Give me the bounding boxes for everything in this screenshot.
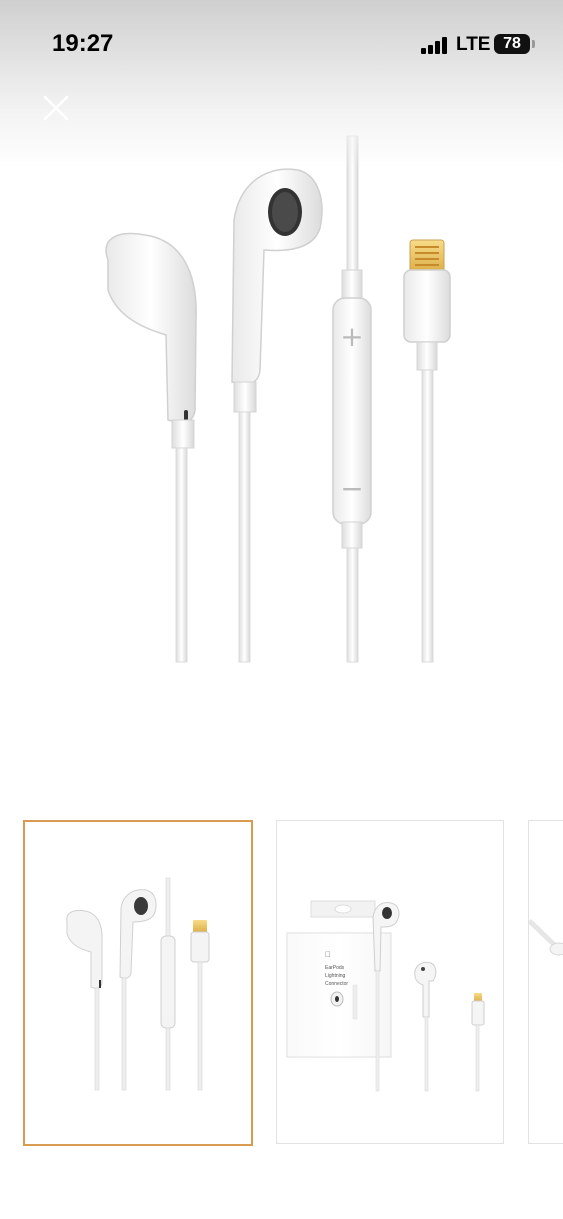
box-label-line3: Connector [325, 981, 348, 987]
thumbnail-3[interactable] [528, 820, 563, 1144]
thumbnail-1-image [66, 877, 210, 1091]
status-bar: 19:27 LTE 78 [0, 0, 563, 90]
network-label: LTE [456, 34, 491, 55]
thumbnail-strip[interactable]:  EarPods Lightning Connector [0, 820, 563, 1146]
box-label-line1: EarPods [325, 965, 345, 971]
thumbnail-2-image:  EarPods Lightning Connector [286, 900, 485, 1092]
cellular-signal-icon [421, 36, 449, 54]
box-apple-logo:  [325, 950, 331, 959]
close-icon [43, 95, 69, 121]
battery-tip [532, 40, 535, 48]
thumbnail-3-image [529, 919, 563, 956]
close-button[interactable] [36, 88, 76, 128]
image-viewer-screen: + − 19:27 LTE 78 EarPods Lightning Conne… [0, 0, 563, 1219]
status-time: 19:27 [52, 30, 114, 57]
svg-text:−: − [340, 472, 363, 505]
main-product-image[interactable]: + − [0, 120, 563, 680]
battery-icon: 78 [494, 34, 530, 54]
box-label-line2: Lightning [325, 973, 346, 979]
thumbnail-2[interactable]:  EarPods Lightning Connector [276, 820, 504, 1144]
thumbnail-1[interactable] [23, 820, 253, 1146]
svg-text:+: + [340, 320, 363, 353]
